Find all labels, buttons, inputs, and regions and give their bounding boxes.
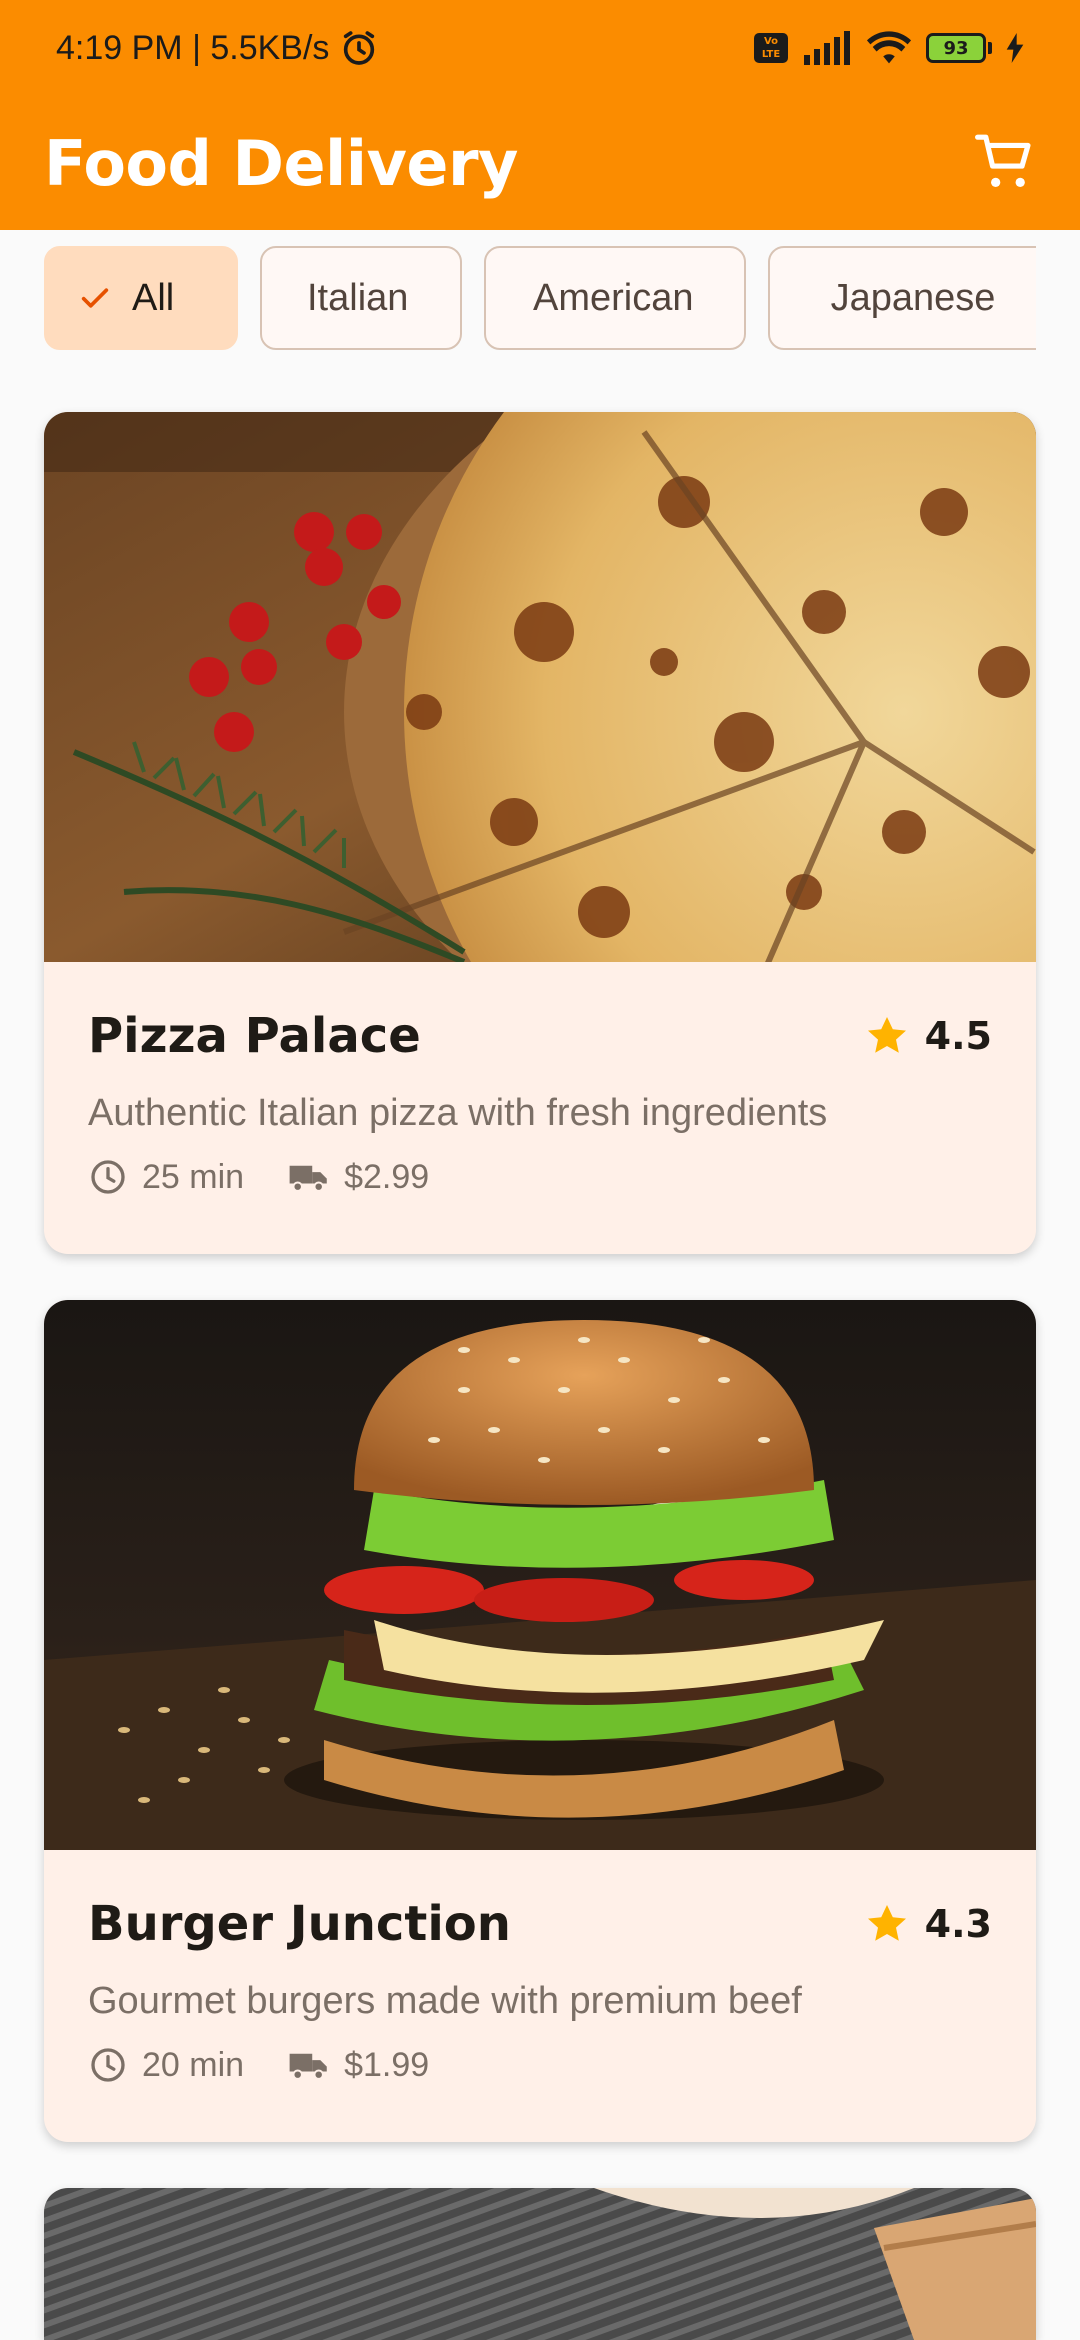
category-filter-bar: All Italian American Japanese [0, 230, 1080, 380]
restaurant-card[interactable]: Pizza Palace 4.5 Authentic Italian pizza… [44, 412, 1036, 1254]
battery-icon: 93 [926, 33, 992, 63]
restaurant-name: Burger Junction [88, 1896, 511, 1952]
status-bar: 4:19 PM | 5.5KB/s Vo LTE 93 [0, 0, 1080, 96]
restaurant-description: Authentic Italian pizza with fresh ingre… [88, 1092, 828, 1134]
restaurant-name: Pizza Palace [88, 1008, 421, 1064]
wifi-icon [866, 31, 912, 64]
restaurant-image-pizza [44, 412, 1036, 962]
chip-all[interactable]: All [44, 246, 238, 350]
chip-japanese[interactable]: Japanese [768, 246, 1036, 350]
delivery-time: 20 min [88, 2045, 244, 2085]
chip-italian[interactable]: Italian [260, 246, 462, 350]
clock-icon [91, 2048, 125, 2082]
check-icon [81, 288, 109, 308]
restaurant-meta: 20 min $1.99 [88, 2045, 992, 2085]
delivery-fee: $1.99 [288, 2045, 429, 2085]
cart-button[interactable] [970, 127, 1042, 199]
delivery-fee-value: $1.99 [344, 2045, 430, 2084]
truck-icon [289, 1165, 327, 1192]
clock-icon [91, 1160, 125, 1194]
category-chip-row: All Italian American Japanese [44, 246, 1036, 352]
rating-value: 4.3 [924, 1902, 992, 1946]
restaurant-rating: 4.3 [863, 1900, 992, 1948]
truck-icon [289, 2053, 327, 2080]
chip-label: Japanese [830, 276, 996, 319]
status-right: Vo LTE 93 [754, 30, 1024, 66]
restaurant-title-row: Pizza Palace 4.5 [88, 1006, 992, 1066]
chip-american[interactable]: American [484, 246, 746, 350]
battery-level: 93 [926, 33, 986, 63]
restaurant-image-partial [44, 2188, 1036, 2340]
restaurant-description: Gourmet burgers made with premium beef [88, 1980, 802, 2022]
rating-value: 4.5 [924, 1014, 992, 1058]
star-icon [867, 1905, 906, 1941]
delivery-time-value: 20 min [142, 2045, 245, 2084]
restaurant-rating: 4.5 [863, 1012, 992, 1060]
restaurant-image-burger [44, 1300, 1036, 1850]
restaurant-info: Pizza Palace 4.5 Authentic Italian pizza… [44, 962, 1036, 1197]
chip-label: Italian [307, 276, 409, 319]
volte-icon: Vo LTE [754, 33, 788, 63]
delivery-time: 25 min [88, 1157, 244, 1197]
status-time-speed: 4:19 PM | 5.5KB/s [56, 28, 330, 67]
pizza-photo [44, 412, 1036, 962]
chip-label: All [132, 276, 175, 319]
restaurant-title-row: Burger Junction 4.3 [88, 1894, 992, 1954]
burger-photo [44, 1300, 1036, 1850]
app-bar: Food Delivery [0, 96, 1080, 230]
delivery-time-value: 25 min [142, 1157, 245, 1196]
star-icon [867, 1017, 906, 1053]
shopping-cart-icon [975, 134, 1031, 188]
delivery-fee-value: $2.99 [344, 1157, 430, 1196]
charging-icon [1006, 33, 1024, 63]
restaurant-card[interactable]: Burger Junction 4.3 Gourmet burgers made… [44, 1300, 1036, 2142]
signal-icon [804, 31, 850, 65]
chip-label: American [533, 276, 694, 319]
app-title: Food Delivery [44, 126, 518, 200]
delivery-fee: $2.99 [288, 1157, 429, 1197]
restaurant-info: Burger Junction 4.3 Gourmet burgers made… [44, 1850, 1036, 2085]
restaurant-photo-partial [44, 2188, 1036, 2340]
restaurant-meta: 25 min $2.99 [88, 1157, 992, 1197]
restaurant-card[interactable] [44, 2188, 1036, 2340]
status-left: 4:19 PM | 5.5KB/s [56, 28, 379, 68]
alarm-icon [344, 31, 375, 65]
